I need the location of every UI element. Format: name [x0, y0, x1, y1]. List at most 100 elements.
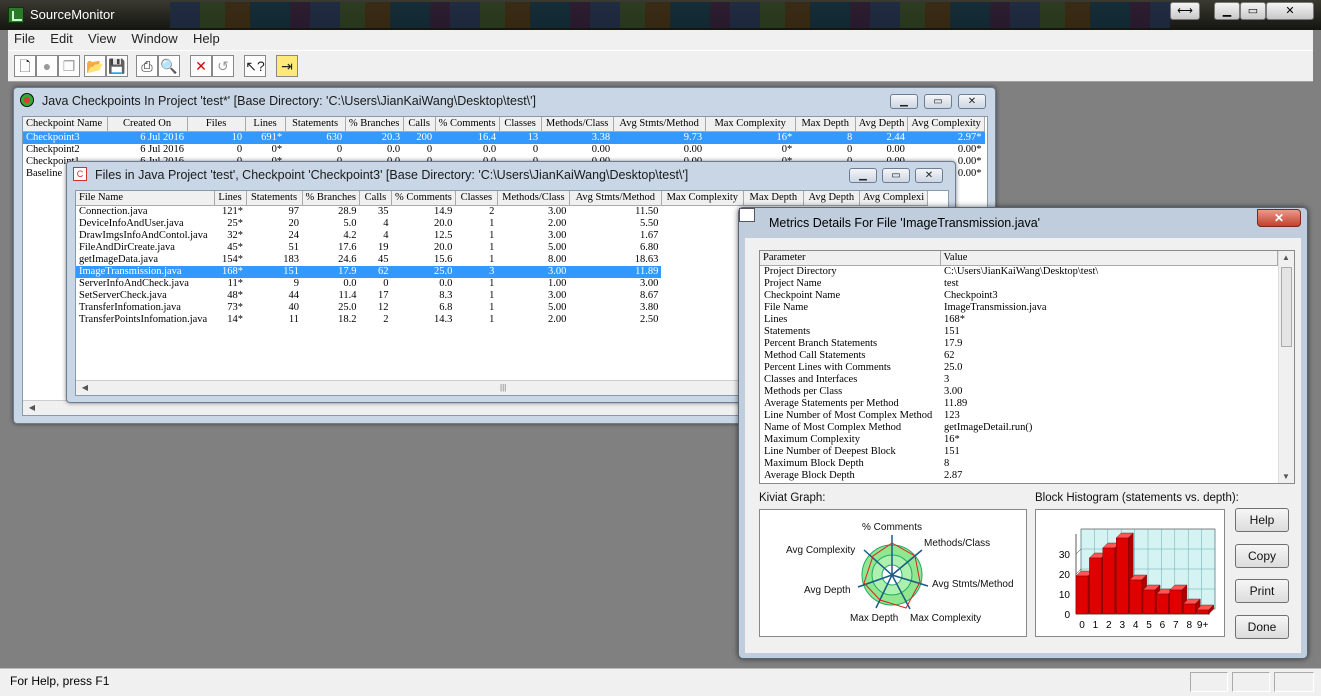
menu-edit[interactable]: Edit: [44, 30, 78, 48]
print-icon[interactable]: ⎙: [136, 55, 158, 77]
menu-file[interactable]: File: [8, 30, 41, 48]
column-header[interactable]: Methods/Class: [541, 117, 614, 132]
column-header[interactable]: Created On: [107, 117, 188, 132]
done-button[interactable]: Done: [1235, 615, 1289, 639]
column-header[interactable]: Max Depth: [743, 191, 804, 206]
column-header[interactable]: Classes: [455, 191, 498, 206]
metric-row[interactable]: Project Directory C:\Users\JianKaiWang\De…: [760, 265, 1278, 278]
print-button[interactable]: Print: [1235, 579, 1289, 603]
metric-row[interactable]: Statements 151: [760, 326, 1278, 338]
file-list-icon: C: [73, 167, 87, 181]
scroll-grip-icon[interactable]: |||: [500, 383, 506, 392]
column-header[interactable]: Avg Complexity: [907, 117, 985, 132]
column-header[interactable]: Lines: [245, 117, 286, 132]
metric-row[interactable]: Methods per Class 3.00: [760, 386, 1278, 398]
column-header-parameter[interactable]: Parameter: [760, 251, 941, 266]
table-cell: 0: [532, 143, 539, 155]
column-header[interactable]: Files: [187, 117, 246, 132]
table-cell: 8.00: [547, 253, 567, 265]
column-header[interactable]: % Branches: [302, 191, 360, 206]
undo-icon[interactable]: ↺: [212, 55, 234, 77]
histogram-bar: [1129, 579, 1142, 615]
context-help-icon[interactable]: ↖?: [244, 55, 266, 77]
column-header-value[interactable]: Value: [940, 251, 1278, 266]
column-header[interactable]: Max Depth: [795, 117, 856, 132]
metric-row[interactable]: Maximum Complexity 16*: [760, 434, 1278, 446]
column-header[interactable]: % Comments: [435, 117, 500, 132]
scroll-thumb[interactable]: [1281, 267, 1292, 347]
menu-view[interactable]: View: [82, 30, 122, 48]
swap-icon[interactable]: ⟷: [1170, 2, 1200, 20]
column-header[interactable]: Classes: [499, 117, 542, 132]
files-maximize-button[interactable]: ▭: [882, 168, 910, 183]
column-header[interactable]: File Name: [76, 191, 215, 206]
column-header[interactable]: Avg Stmts/Method: [613, 117, 706, 132]
metric-row[interactable]: Percent Branch Statements 17.9: [760, 338, 1278, 350]
metric-row[interactable]: Percent Lines with Comments 25.0: [760, 362, 1278, 374]
metric-row[interactable]: Checkpoint Name Checkpoint3: [760, 290, 1278, 302]
table-row[interactable]: Checkpoint3 6 Jul 2016 10 691* 630 20.3 200 16.…: [23, 131, 985, 144]
column-header[interactable]: Avg Depth: [855, 117, 909, 132]
metrics-close-button[interactable]: ✕: [1257, 209, 1301, 227]
metric-row[interactable]: Method Call Statements 62: [760, 350, 1278, 362]
menu-help[interactable]: Help: [187, 30, 226, 48]
metric-row[interactable]: Line Number of Deepest Block 151: [760, 446, 1278, 458]
column-header[interactable]: Checkpoint Name: [23, 117, 108, 132]
help-button[interactable]: Help: [1235, 508, 1289, 532]
exit-icon[interactable]: ⇥: [276, 55, 298, 77]
files-minimize-button[interactable]: ▁: [849, 168, 877, 183]
metric-row[interactable]: Project Name test: [760, 278, 1278, 290]
column-header[interactable]: Calls: [359, 191, 392, 206]
table-cell: 35: [377, 205, 389, 217]
files-close-button[interactable]: ✕: [915, 168, 943, 183]
metrics-vscrollbar[interactable]: ▲ ▼: [1278, 251, 1294, 483]
metric-row[interactable]: Average Block Depth 2.87: [760, 470, 1278, 482]
close-button[interactable]: ✕: [1266, 2, 1314, 20]
column-header[interactable]: Max Complexity: [661, 191, 744, 206]
minimize-button[interactable]: ▁: [1214, 2, 1240, 20]
table-cell: 20.0: [433, 241, 453, 253]
scroll-left-icon[interactable]: ◀: [25, 402, 39, 414]
new-checkpoint-icon[interactable]: ●: [36, 55, 58, 77]
scroll-left-icon[interactable]: ◀: [78, 382, 92, 394]
table-cell: 0: [336, 143, 343, 155]
metric-value: ImageTransmission.java: [944, 301, 1047, 313]
metric-row[interactable]: File Name ImageTransmission.java: [760, 302, 1278, 314]
column-header[interactable]: Lines: [214, 191, 247, 206]
status-panel-1: [1190, 672, 1228, 692]
table-row[interactable]: Checkpoint2 6 Jul 2016 0 0* 0 0.0 0 0.0 0 0.00 0.0…: [23, 144, 985, 156]
menu-window[interactable]: Window: [125, 30, 183, 48]
metric-row[interactable]: Name of Most Complex Method getImageDetai…: [760, 422, 1278, 434]
print-preview-icon[interactable]: 🔍: [158, 55, 180, 77]
scroll-up-icon[interactable]: ▲: [1279, 253, 1293, 262]
metric-row[interactable]: Line Number of Most Complex Method 123: [760, 410, 1278, 422]
checkpoints-maximize-button[interactable]: ▭: [924, 94, 952, 109]
column-header[interactable]: Statements: [285, 117, 346, 132]
column-header[interactable]: Avg Complexi: [859, 191, 929, 206]
column-header[interactable]: Calls: [403, 117, 436, 132]
metric-row[interactable]: Classes and Interfaces 3: [760, 374, 1278, 386]
table-cell: 25.0: [338, 301, 357, 313]
column-header[interactable]: Methods/Class: [497, 191, 570, 206]
column-header[interactable]: Max Complexity: [705, 117, 796, 132]
metric-row[interactable]: Lines 168*: [760, 314, 1278, 326]
new-file-icon[interactable]: 🗋: [14, 55, 36, 77]
metric-row[interactable]: Maximum Block Depth 8: [760, 458, 1278, 470]
column-header[interactable]: Statements: [246, 191, 303, 206]
copy-button[interactable]: Copy: [1235, 544, 1289, 568]
scroll-down-icon[interactable]: ▼: [1279, 472, 1293, 481]
checkpoints-minimize-button[interactable]: ▁: [890, 94, 918, 109]
copy-checkpoint-icon[interactable]: ❐: [58, 55, 80, 77]
metric-row[interactable]: Average Statements per Method 11.89: [760, 398, 1278, 410]
delete-icon[interactable]: ✕: [190, 55, 212, 77]
open-folder-icon[interactable]: 📂: [84, 55, 106, 77]
status-panel-3: [1274, 672, 1314, 692]
column-header[interactable]: Avg Depth: [803, 191, 860, 206]
save-icon[interactable]: 💾: [106, 55, 128, 77]
column-header[interactable]: % Comments: [391, 191, 456, 206]
column-header[interactable]: % Branches: [345, 117, 404, 132]
column-header[interactable]: Avg Stmts/Method: [569, 191, 662, 206]
table-cell: 4.2: [343, 229, 357, 241]
checkpoints-close-button[interactable]: ✕: [958, 94, 986, 109]
maximize-button[interactable]: ▭: [1240, 2, 1266, 20]
